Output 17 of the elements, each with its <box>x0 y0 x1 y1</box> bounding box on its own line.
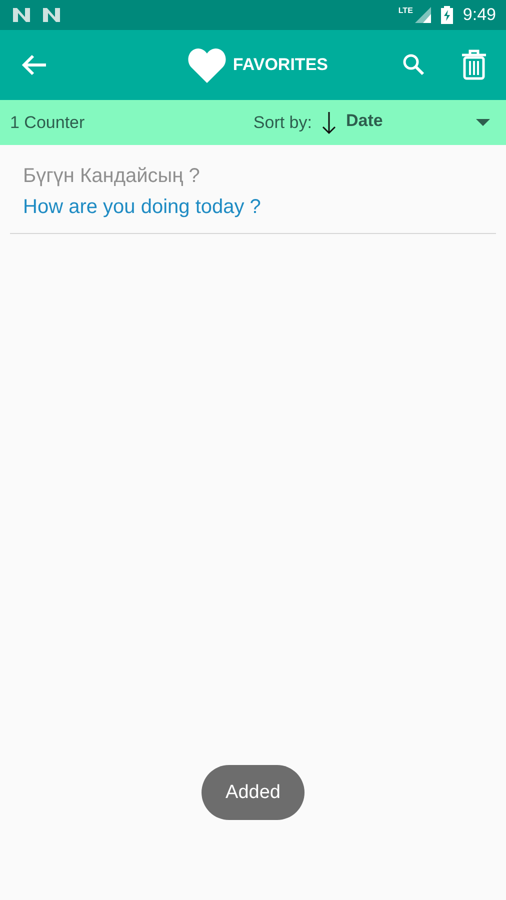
signal-icon <box>414 7 431 23</box>
counter-label: 1 Counter <box>10 112 85 132</box>
caret-icon <box>476 118 490 126</box>
sort-direction-icon[interactable] <box>322 110 336 134</box>
screen-title: FAVORITES <box>232 55 328 75</box>
translation-phrase: How are you doing today ? <box>23 196 262 219</box>
source-phrase: Бүгүн Кандайсың ? <box>23 165 201 188</box>
toast-message: Added <box>202 765 304 820</box>
sort-label: Sort by: <box>253 112 312 132</box>
heart-icon <box>186 47 227 83</box>
clock: 9:49 <box>462 5 496 25</box>
sort-dropdown[interactable]: Date <box>346 114 496 130</box>
battery-icon <box>440 6 453 24</box>
network-type: LTE <box>398 6 413 15</box>
notification-icon <box>12 7 32 23</box>
notification-icon <box>42 7 62 23</box>
phrase-item[interactable]: Бүгүн Кандайсың ? How are you doing today ? <box>10 145 496 234</box>
